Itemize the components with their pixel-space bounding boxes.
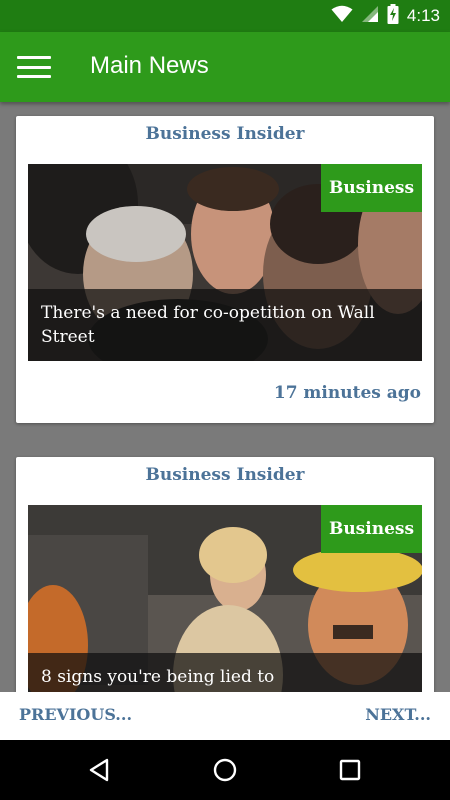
recents-icon[interactable] <box>335 755 365 785</box>
article-headline: 8 signs you're being lied to <box>41 667 275 687</box>
status-bar: 4:13 <box>0 0 450 32</box>
hamburger-menu-icon[interactable] <box>17 52 51 82</box>
page-title: Main News <box>90 52 209 79</box>
battery-charging-icon <box>387 3 399 29</box>
article-card[interactable]: Business Insider There's a need for co-o… <box>16 116 434 423</box>
back-icon[interactable] <box>84 755 114 785</box>
status-time: 4:13 <box>406 6 440 25</box>
app-bar: Main News <box>0 32 450 102</box>
status-icons: 4:13 <box>331 3 440 29</box>
system-nav-bar <box>0 740 450 800</box>
article-headline: There's a need for co-opetition on Wall … <box>41 303 375 347</box>
article-timestamp: 17 minutes ago <box>273 383 421 403</box>
article-source: Business Insider <box>145 124 305 144</box>
next-button[interactable]: NEXT... <box>365 705 431 724</box>
pager-bar: PREVIOUS... NEXT... <box>0 692 450 740</box>
news-feed[interactable]: Business Insider There's a need for co-o… <box>0 102 450 692</box>
wifi-icon <box>331 5 353 28</box>
category-badge: Business <box>321 164 422 212</box>
category-badge: Business <box>321 505 422 553</box>
article-source: Business Insider <box>145 465 305 485</box>
article-image[interactable]: There's a need for co-opetition on Wall … <box>28 164 422 361</box>
article-image[interactable]: 8 signs you're being lied to Business <box>28 505 422 692</box>
previous-button[interactable]: PREVIOUS... <box>19 705 132 724</box>
cell-signal-icon <box>361 5 379 28</box>
article-card[interactable]: Business Insider 8 signs you're being li… <box>16 457 434 692</box>
home-icon[interactable] <box>210 755 240 785</box>
